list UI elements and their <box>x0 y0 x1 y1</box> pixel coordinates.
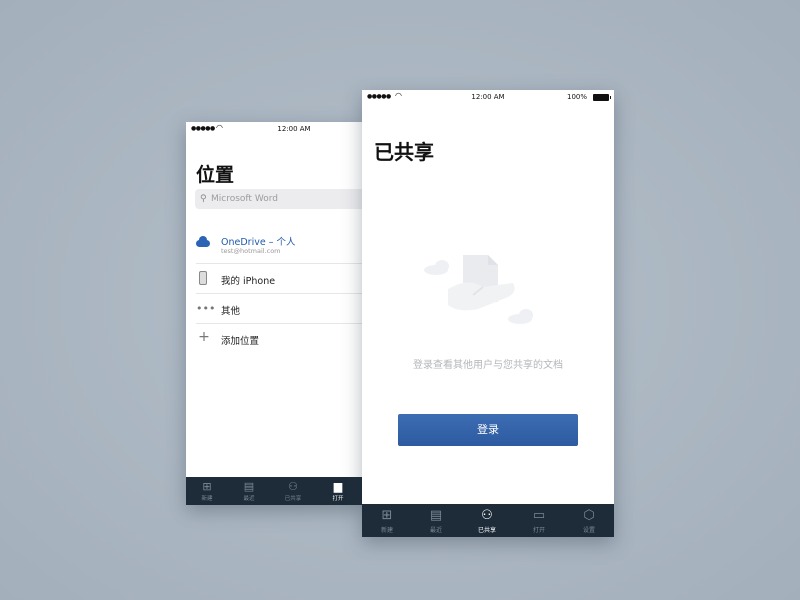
signal-icon: ●●●●● <box>191 125 215 132</box>
tab-open[interactable]: ▆ 打开 <box>320 477 356 502</box>
status-bar: ●●●●● ◠ 12:00 AM <box>186 122 366 138</box>
tab-open[interactable]: ▭ 打开 <box>514 504 564 534</box>
location-item-onedrive[interactable]: OneDrive – 个人 test@hotmail.com <box>196 228 366 264</box>
new-doc-icon: ⊞ <box>202 480 212 493</box>
search-placeholder: Microsoft Word <box>211 194 278 204</box>
location-label: 添加位置 <box>221 336 260 347</box>
locations-list: OneDrive – 个人 test@hotmail.com 我的 iPhone… <box>186 228 366 354</box>
onedrive-cloud-icon <box>196 236 210 247</box>
page-title: 位置 <box>196 164 235 186</box>
tab-label: 最近 <box>243 496 255 502</box>
search-input[interactable]: ⚲ Microsoft Word <box>195 189 366 209</box>
login-button[interactable]: 登录 <box>398 414 578 446</box>
iphone-icon <box>199 271 207 285</box>
tab-recent[interactable]: ▤ 最近 <box>411 504 461 534</box>
location-item-other[interactable]: ••• 其他 <box>196 294 366 324</box>
tab-label: 设置 <box>582 527 595 534</box>
more-dots-icon: ••• <box>196 302 216 315</box>
battery-percent: 100% <box>567 93 588 101</box>
new-doc-icon: ⊞ <box>381 508 393 523</box>
settings-icon: ⬡ <box>583 508 595 523</box>
tab-bar: ⊞ 新建 ▤ 最近 ⚇ 已共享 ▆ 打开 <box>186 477 366 505</box>
tab-new[interactable]: ⊞ 新建 <box>189 477 225 502</box>
tab-recent[interactable]: ▤ 最近 <box>231 477 267 502</box>
location-account: test@hotmail.com <box>221 247 281 255</box>
status-bar: ●●●●● ◠ 12:00 AM 100% <box>362 90 614 106</box>
tab-label: 打开 <box>532 527 545 534</box>
shared-documents-illustration <box>424 255 533 324</box>
tab-shared[interactable]: ⚇ 已共享 <box>462 504 512 534</box>
shared-people-icon: ⚇ <box>288 480 298 493</box>
tab-new[interactable]: ⊞ 新建 <box>362 504 412 534</box>
tab-label: 打开 <box>332 496 344 502</box>
tab-label: 新建 <box>380 527 393 534</box>
location-label: 其他 <box>221 306 241 317</box>
signin-message: 登录查看其他用户与您共享的文档 <box>413 360 563 371</box>
recent-icon: ▤ <box>243 480 255 493</box>
status-time: 12:00 AM <box>471 93 505 101</box>
wifi-icon: ◠ <box>216 123 223 132</box>
tab-label: 最近 <box>429 527 442 534</box>
shared-people-icon: ⚇ <box>481 508 493 523</box>
location-item-iphone[interactable]: 我的 iPhone <box>196 264 366 294</box>
location-label: 我的 iPhone <box>221 276 276 287</box>
tab-label: 新建 <box>201 496 213 502</box>
search-icon: ⚲ <box>200 194 207 204</box>
location-item-add[interactable]: + 添加位置 <box>196 324 366 354</box>
battery-icon <box>593 94 611 101</box>
status-time: 12:00 AM <box>277 125 311 133</box>
location-label: OneDrive – 个人 <box>221 237 296 248</box>
folder-icon: ▭ <box>532 508 546 523</box>
tab-label: 已共享 <box>284 496 302 502</box>
tab-shared[interactable]: ⚇ 已共享 <box>275 477 311 502</box>
tab-bar: ⊞ 新建 ▤ 最近 ⚇ 已共享 ▭ 打开 ⬡ 设置 <box>362 504 614 537</box>
folder-icon: ▆ <box>333 480 343 493</box>
recent-icon: ▤ <box>429 508 443 523</box>
signal-icon: ●●●●● <box>367 93 391 100</box>
shared-screen: ●●●●● ◠ 12:00 AM 100% 已共享 登录查看其他用户与您共享的文… <box>362 90 614 537</box>
locations-screen: ●●●●● ◠ 12:00 AM 位置 ⚲ Microsoft Word One… <box>186 122 366 505</box>
tab-label: 已共享 <box>477 527 496 534</box>
plus-icon: + <box>198 329 210 345</box>
page-title: 已共享 <box>374 140 434 164</box>
tab-settings[interactable]: ⬡ 设置 <box>564 504 614 534</box>
wifi-icon: ◠ <box>395 91 402 100</box>
